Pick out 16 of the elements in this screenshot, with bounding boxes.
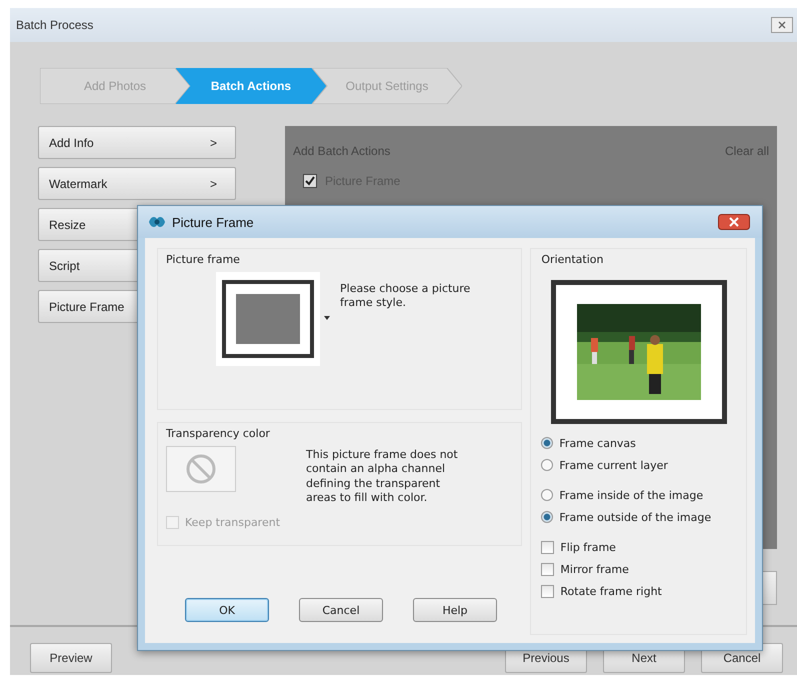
window-title: Batch Process [16, 18, 94, 32]
checkbox-label: Mirror frame [560, 562, 629, 576]
radio-label: Frame canvas [559, 436, 636, 450]
radio-label: Frame current layer [559, 458, 668, 472]
hint-text: Please choose a picture frame style. [340, 282, 472, 312]
radio-label: Frame outside of the image [559, 510, 712, 524]
info-text: This picture frame does not contain an alpha channel defining the transparent areas to fill with color. [306, 448, 459, 506]
panel-title: Add Batch Actions [293, 144, 390, 158]
checkbox-label: Flip frame [560, 540, 616, 554]
checkbox-label: Rotate frame right [560, 584, 662, 598]
group-title: Picture frame [166, 253, 241, 266]
group-title: Orientation [541, 253, 604, 266]
group-title: Transparency color [166, 427, 271, 440]
checkbox-label: Keep transparent [185, 516, 280, 529]
radio-label: Frame inside of the image [559, 488, 704, 502]
dialog-title: Picture Frame [172, 214, 254, 230]
